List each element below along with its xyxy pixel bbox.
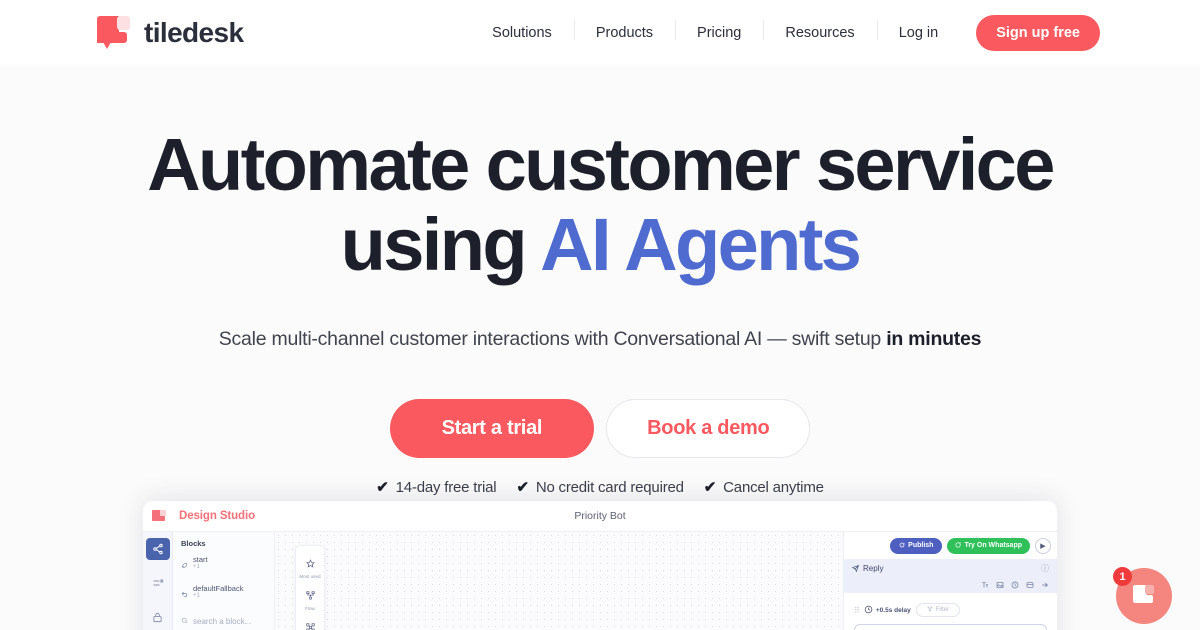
reply-toolbar (844, 577, 1057, 593)
settings-sliders-icon[interactable] (146, 572, 170, 594)
headline-line-2: using AI Agents (0, 208, 1200, 282)
palette-item-most-used[interactable]: Most used (296, 552, 324, 584)
palette-label: Flow (305, 606, 315, 611)
hero-subtitle: Scale multi-channel customer interaction… (0, 328, 1200, 351)
check-icon: ✔ (516, 479, 529, 496)
try-whatsapp-button[interactable]: Try On Whatsapp (947, 537, 1030, 554)
text-format-icon[interactable] (981, 576, 989, 594)
reply-panel-title: Reply (863, 563, 884, 573)
hero-section: Automate customer service using AI Agent… (0, 65, 1200, 497)
chat-widget-button[interactable]: 1 (1113, 567, 1172, 624)
jump-to-icon[interactable] (1041, 576, 1049, 594)
search-block-input[interactable]: search a block... (181, 617, 266, 630)
block-list-item[interactable]: start +1 (181, 555, 266, 574)
main-navigation: Solutions Products Pricing Resources Log… (470, 14, 1100, 51)
palette-item-integrations[interactable]: Integrations (296, 616, 324, 630)
check-icon: ✔ (703, 479, 717, 496)
block-sub: +1 (193, 564, 200, 571)
trust-item-trial: 14-day free trial (395, 478, 497, 496)
whatsapp-label: Try On Whatsapp (964, 542, 1022, 549)
whatsapp-icon (955, 541, 962, 550)
nav-item-resources[interactable]: Resources (763, 19, 876, 41)
block-name: start (193, 555, 208, 564)
bot-name: Priority Bot (574, 510, 626, 522)
page-title: Automate customer service using AI Agent… (0, 128, 1200, 282)
book-demo-button[interactable]: Book a demo (606, 399, 811, 458)
play-icon[interactable]: ▶ (1035, 537, 1051, 554)
flow-nodes-icon (305, 587, 315, 604)
reply-meta-row: ⠿ +0.5s delay Filter (844, 593, 1057, 624)
panel-actions: Publish Try On Whatsapp ▶ (844, 532, 1057, 559)
signup-free-button[interactable]: Sign up free (976, 14, 1100, 51)
trust-badges: ✔ 14-day free trial ✔ No credit card req… (0, 478, 1200, 497)
headline-accent: AI Agents (540, 203, 862, 286)
info-icon[interactable]: ⓘ (1041, 563, 1049, 574)
blocks-panel-heading: Blocks (181, 539, 206, 548)
grid-integrations-icon (305, 619, 315, 630)
publish-label: Publish (908, 542, 934, 549)
search-placeholder: search a block... (193, 617, 252, 626)
delay-label: +0.5s delay (875, 606, 911, 614)
headline-prefix: using (340, 203, 541, 286)
start-trial-button[interactable]: Start a trial (389, 399, 595, 458)
product-screenshot: Design Studio Priority Bot Blocks start … (143, 501, 1057, 630)
message-input[interactable]: Please describe your issue, we'll connec… (854, 624, 1047, 630)
brand-name: tiledesk (144, 16, 244, 48)
tiledesk-chat-icon (1133, 585, 1155, 607)
clock-delay-icon[interactable] (1011, 576, 1019, 594)
block-palette: Most used Flow (295, 545, 325, 630)
flow-icon[interactable] (145, 538, 170, 560)
app-sidebar-rail (143, 532, 173, 630)
fallback-arrow-icon (181, 585, 188, 603)
filter-chip[interactable]: Filter (915, 603, 961, 617)
send-paper-plane-icon (851, 559, 859, 577)
landing-page: tiledesk Solutions Products Pricing Reso… (0, 0, 1200, 630)
reply-side-panel: Publish Try On Whatsapp ▶ Reply ⓘ ⠿ +0.5… (843, 532, 1057, 630)
chat-unread-badge: 1 (1113, 567, 1132, 586)
cta-row: Start a trial Book a demo (0, 399, 1200, 458)
reply-panel-header: Reply ⓘ (844, 559, 1057, 577)
palette-label: Most used (299, 574, 321, 579)
check-icon: ✔ (376, 479, 389, 496)
clock-icon (864, 601, 873, 619)
drag-handle-icon[interactable]: ⠿ (854, 606, 860, 615)
rocket-icon (181, 556, 188, 574)
nav-item-solutions[interactable]: Solutions (470, 25, 574, 41)
search-icon (181, 617, 188, 626)
subtitle-emphasis: in minutes (886, 328, 982, 350)
block-list-item[interactable]: defaultFallback +1 (181, 584, 266, 603)
app-body: Blocks start +1 defaultFallback +1 searc… (143, 532, 1057, 630)
nav-item-products[interactable]: Products (573, 19, 675, 41)
filter-label: Filter (935, 607, 950, 613)
headline-line-1: Automate customer service (147, 123, 1055, 206)
site-header: tiledesk Solutions Products Pricing Reso… (0, 0, 1200, 65)
flow-canvas[interactable] (275, 532, 843, 630)
nav-item-login[interactable]: Log in (876, 19, 961, 41)
refresh-icon (899, 542, 905, 550)
nav-item-pricing[interactable]: Pricing (675, 19, 763, 41)
trust-item-no-card: No credit card required (535, 478, 684, 496)
lock-icon[interactable] (146, 606, 170, 628)
block-name: defaultFallback (193, 584, 244, 593)
app-topbar: Design Studio Priority Bot (143, 501, 1057, 532)
brand-logo[interactable]: tiledesk (97, 14, 244, 52)
app-product-title: Design Studio (179, 510, 256, 522)
star-icon (305, 555, 315, 572)
subtitle-text: Scale multi-channel customer interaction… (218, 328, 887, 350)
filter-icon (926, 606, 933, 614)
blocks-panel: Blocks start +1 defaultFallback +1 searc… (173, 532, 275, 630)
trust-item-cancel: Cancel anytime (723, 478, 824, 496)
delay-chip[interactable]: +0.5s delay (864, 601, 911, 619)
image-icon[interactable] (996, 576, 1004, 594)
block-sub: +1 (193, 593, 200, 600)
tiledesk-logo-icon (97, 14, 131, 52)
palette-item-flow[interactable]: Flow (296, 584, 324, 616)
app-logo-icon (143, 501, 175, 532)
attachment-icon[interactable] (1026, 576, 1034, 594)
publish-button[interactable]: Publish (890, 537, 943, 554)
